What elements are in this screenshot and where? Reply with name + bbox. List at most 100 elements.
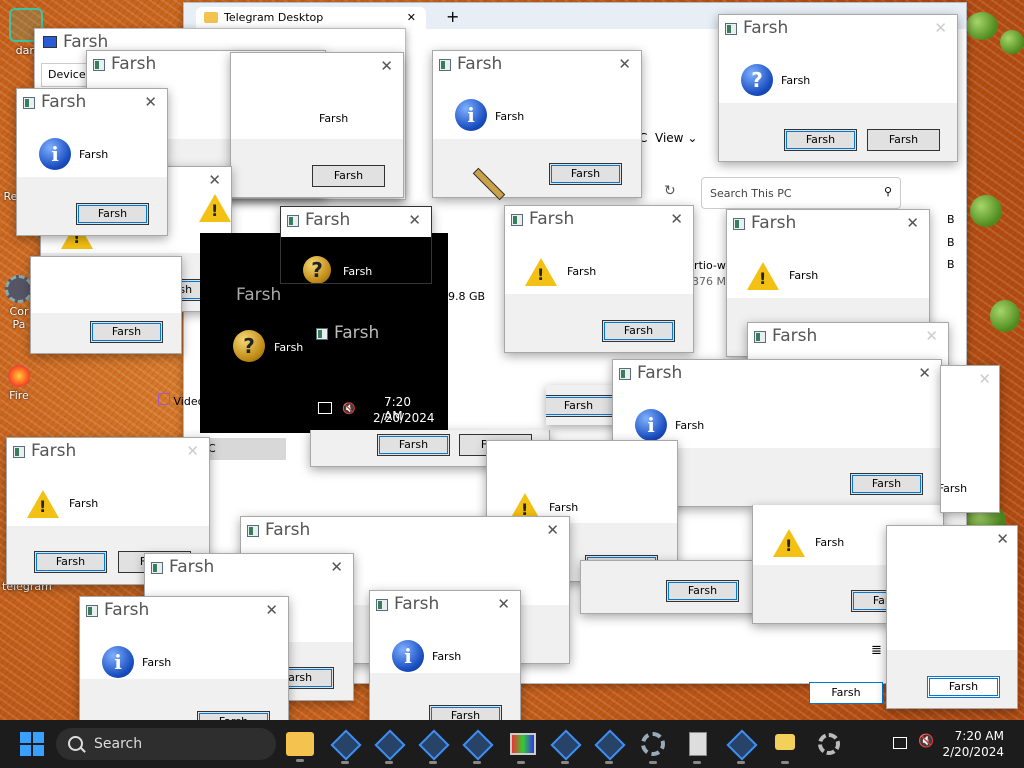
close-icon[interactable]: ✕ xyxy=(906,214,919,232)
dialog-button[interactable]: Farsh xyxy=(90,321,163,343)
close-icon[interactable]: ✕ xyxy=(265,601,278,619)
question-icon: ? xyxy=(303,256,331,283)
dialog-button[interactable]: Farsh xyxy=(784,129,857,151)
close-icon[interactable]: ✕ xyxy=(978,370,991,388)
app-window-icon[interactable] xyxy=(462,729,494,764)
app-icon xyxy=(287,215,299,227)
close-icon[interactable]: ✕ xyxy=(208,171,221,189)
clock[interactable]: 7:20 AM 2/20/2024 xyxy=(942,728,1004,760)
taskbar-date: 2/20/2024 xyxy=(942,745,1004,759)
dialog-title: Farsh xyxy=(31,441,77,461)
desktop-icon-firefox[interactable]: Fire xyxy=(2,365,36,402)
dialog-button[interactable]: Farsh xyxy=(312,165,385,187)
new-tab-icon[interactable]: + xyxy=(446,7,459,26)
window-title: Farsh xyxy=(63,32,109,52)
info-icon: i xyxy=(635,409,667,441)
close-icon[interactable]: ✕ xyxy=(918,364,931,382)
dialog-button[interactable]: Farsh xyxy=(76,203,149,225)
close-icon[interactable]: ✕ xyxy=(934,19,947,37)
app-icon xyxy=(247,525,259,537)
mute-icon[interactable]: 🔇 xyxy=(918,734,934,749)
app-icon xyxy=(439,59,451,71)
network-icon[interactable] xyxy=(893,737,907,749)
dialog-button[interactable]: Farsh xyxy=(850,473,923,495)
document-app-icon[interactable] xyxy=(683,730,711,764)
dialog-message: Farsh xyxy=(781,74,811,87)
close-icon[interactable]: ✕ xyxy=(925,327,938,345)
dialog-button[interactable]: Farsh xyxy=(549,163,622,185)
dialog-button[interactable]: Farsh xyxy=(941,479,989,501)
app-icon xyxy=(754,331,766,343)
app-icon xyxy=(23,97,35,109)
dialog-message: Farsh xyxy=(343,265,373,278)
message-dialog: ✕ Farsh xyxy=(940,365,1000,513)
dialog-button[interactable]: Farsh xyxy=(602,320,675,342)
close-icon[interactable]: ✕ xyxy=(546,521,559,539)
firefox-icon xyxy=(8,365,30,387)
app-window-icon[interactable] xyxy=(550,729,582,764)
close-icon[interactable]: ✕ xyxy=(618,55,631,73)
dialog-button[interactable]: Farsh xyxy=(34,551,107,573)
app-window-icon[interactable] xyxy=(374,729,406,764)
glitch-dialog-title: Farsh xyxy=(236,285,281,305)
dialog-title: Farsh xyxy=(529,209,575,229)
explorer-tab[interactable]: Telegram Desktop ✕ xyxy=(196,7,426,29)
app-window-icon[interactable] xyxy=(330,729,362,764)
paint-app-icon[interactable] xyxy=(771,730,799,764)
dialog-message: Farsh xyxy=(675,419,705,432)
app-window-icon[interactable] xyxy=(418,729,450,764)
dialog-title: Farsh xyxy=(104,600,150,620)
start-button[interactable] xyxy=(20,732,44,756)
tab-title: Telegram Desktop xyxy=(224,11,324,24)
drive-size: B xyxy=(947,236,955,249)
close-icon[interactable]: ✕ xyxy=(408,211,421,229)
app-window-icon[interactable] xyxy=(726,729,758,764)
taskbar-time: 7:20 AM xyxy=(954,729,1004,743)
dialog-message: Farsh xyxy=(432,650,462,663)
view-menu[interactable]: C View ⌄ xyxy=(639,131,697,145)
list-view-icon[interactable]: ≣ xyxy=(871,643,882,658)
close-icon[interactable]: ✕ xyxy=(497,595,510,613)
question-icon: ? xyxy=(233,330,265,362)
close-icon[interactable]: ✕ xyxy=(996,530,1009,548)
dialog-title: Farsh xyxy=(41,92,87,112)
nav-item-this-pc[interactable]: C xyxy=(204,438,286,460)
search-box[interactable]: Search This PC ⚲ xyxy=(701,177,901,209)
dialog-message: Farsh xyxy=(79,148,109,161)
close-icon[interactable]: ✕ xyxy=(144,93,157,111)
dialog-button[interactable]: Farsh xyxy=(927,676,1000,698)
file-explorer-icon[interactable] xyxy=(286,732,314,762)
settings-gear-icon[interactable] xyxy=(639,730,667,764)
close-icon[interactable]: ✕ xyxy=(670,210,683,228)
dialog-title: Farsh xyxy=(169,557,215,577)
settings-gear-icon[interactable] xyxy=(815,730,843,758)
app-icon xyxy=(619,368,631,380)
app-window-icon[interactable] xyxy=(594,729,626,764)
close-icon[interactable]: ✕ xyxy=(330,558,343,576)
monitor-icon xyxy=(43,36,57,48)
desktop-icon-label: Fire xyxy=(9,389,29,402)
close-icon[interactable]: ✕ xyxy=(186,442,199,460)
message-dialog: Farsh ✕ ! Farsh Farsh xyxy=(504,205,694,353)
app-icon xyxy=(376,599,388,611)
dialog-title: Farsh xyxy=(457,54,503,74)
search-icon: ⚲ xyxy=(883,185,892,198)
info-icon: i xyxy=(102,646,134,678)
monitor-app-icon[interactable] xyxy=(507,730,536,764)
search-placeholder: Search This PC xyxy=(710,187,792,200)
refresh-icon[interactable]: ↻ xyxy=(664,183,676,199)
warning-icon: ! xyxy=(199,194,231,222)
message-dialog: Farsh ✕ ? Farsh xyxy=(280,206,432,284)
dialog-button[interactable]: Farsh xyxy=(867,129,940,151)
taskbar-search[interactable]: Search xyxy=(56,728,276,760)
app-icon xyxy=(13,446,25,458)
close-icon[interactable]: ✕ xyxy=(380,57,393,75)
dialog-button[interactable]: Farsh xyxy=(809,682,883,704)
dialog-button[interactable]: Farsh xyxy=(666,580,739,602)
message-dialog: ✕ Farsh xyxy=(886,525,1018,709)
dialog-button[interactable]: Farsh xyxy=(377,434,450,456)
taskbar: Search 🔇 7:20 AM 2/20/2024 xyxy=(0,720,1024,768)
close-icon[interactable]: ✕ xyxy=(407,7,416,29)
message-dialog: Farsh ✕ i Farsh Farsh xyxy=(16,88,168,236)
dialog-button[interactable]: Farsh xyxy=(546,395,615,417)
